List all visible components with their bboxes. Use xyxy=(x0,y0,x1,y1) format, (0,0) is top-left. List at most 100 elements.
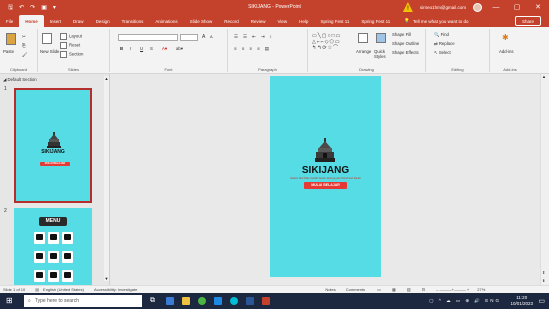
zoom-slider[interactable]: – ———+——— + xyxy=(436,287,469,292)
replace-button[interactable]: ⇄ Replace xyxy=(434,41,455,46)
notification-icon[interactable]: ▭ xyxy=(538,297,545,305)
format-painter-icon[interactable]: 🖌 xyxy=(22,52,27,57)
font-color-icon[interactable]: A▾ xyxy=(162,46,167,51)
tab-view[interactable]: View xyxy=(271,15,293,27)
font-family-combo[interactable] xyxy=(118,34,178,41)
task-view-icon[interactable]: ⧉ xyxy=(150,297,158,305)
section-header[interactable]: ◢ Default Section xyxy=(3,77,37,83)
maximize-button[interactable]: ▢ xyxy=(510,3,524,11)
tab-insert[interactable]: Insert xyxy=(44,15,67,27)
quick-styles-label: Quick Styles xyxy=(374,49,386,60)
tab-animations[interactable]: Animations xyxy=(149,15,183,27)
shrink-font-button[interactable]: A xyxy=(210,34,213,40)
find-button[interactable]: 🔍 Find xyxy=(434,32,449,37)
shape-effects-button[interactable]: Shape Effects xyxy=(392,50,419,55)
tab-spring-fest-2[interactable]: Spring Fest 11 xyxy=(355,15,396,27)
arrange-button[interactable] xyxy=(358,33,370,43)
save-icon[interactable]: 🖫 xyxy=(8,5,13,11)
tab-slide-show[interactable]: Slide Show xyxy=(184,15,219,27)
shape-fill-button[interactable]: Shape Fill xyxy=(392,32,411,37)
zoom-level[interactable]: 27% xyxy=(477,287,485,292)
slide-editor[interactable]: SIKIJANG Sistem Kiat Kilas Cerdik Gerak … xyxy=(110,74,540,285)
new-slide-button[interactable] xyxy=(42,33,54,44)
strike-button[interactable]: S xyxy=(150,46,153,51)
word-icon[interactable] xyxy=(246,297,254,305)
mail-icon[interactable] xyxy=(166,297,174,305)
next-slide-icon[interactable]: ⇟ xyxy=(542,278,545,283)
shape-effects-label: Shape Effects xyxy=(392,50,419,55)
clock[interactable]: 11:20 10/01/2023 xyxy=(510,295,533,307)
italic-button[interactable]: I xyxy=(130,46,131,51)
start-slideshow-icon[interactable]: ▣ xyxy=(41,5,47,11)
start-learning-button[interactable]: MULAI BELAJAR xyxy=(304,182,347,189)
tab-draw[interactable]: Draw xyxy=(67,15,90,27)
windows-start-icon[interactable]: ⊞ xyxy=(6,296,13,305)
clipboard-label: Clipboard xyxy=(9,67,28,72)
comments-button[interactable]: Comments xyxy=(346,287,365,292)
account-email[interactable]: sirneo1hm@gmail.com xyxy=(420,5,466,10)
scroll-down-icon[interactable]: ▼ xyxy=(104,276,109,281)
new-slide-icon xyxy=(42,33,52,44)
shapes-gallery[interactable]: ▭╲▢○□▭ △⌐⌐◇⬠▭ ↰↰⟳☆⌒ xyxy=(312,33,341,51)
align-icons[interactable]: ≡ ≡ ≡ ≡ ▤ xyxy=(234,46,271,51)
scroll-up-icon[interactable]: ▲ xyxy=(104,76,109,81)
section-button[interactable]: Section xyxy=(60,51,83,58)
undo-icon[interactable]: ↶ xyxy=(19,5,24,11)
font-size-combo[interactable] xyxy=(180,34,198,41)
minimize-button[interactable]: — xyxy=(489,4,503,11)
edge-icon[interactable] xyxy=(214,297,222,305)
lightbulb-icon: 💡 xyxy=(404,18,410,23)
accessibility-status[interactable]: Accessibility: Investigate xyxy=(94,287,137,292)
current-slide[interactable]: SIKIJANG Sistem Kiat Kilas Cerdik Gerak … xyxy=(270,76,381,277)
slide-subtitle[interactable]: Sistem Kiat Kilas Cerdik Gerak Jantung d… xyxy=(270,177,381,180)
view-buttons[interactable]: ▭ ▦ ▥ ⊟ xyxy=(377,287,430,292)
bullets-icon[interactable]: ☰ ☰ ⇤ ⇥ ↕ xyxy=(234,34,274,39)
select-button[interactable]: ↖ Select xyxy=(434,50,451,55)
language-status[interactable]: English (United States) xyxy=(43,287,84,292)
addins-button[interactable]: Add-ins xyxy=(499,49,514,54)
slides-scrollbar[interactable]: ▲ ▼ xyxy=(104,76,109,281)
tab-record[interactable]: Record xyxy=(218,15,245,27)
grow-font-button[interactable]: A xyxy=(202,34,205,40)
tab-transitions[interactable]: Transitions xyxy=(116,15,150,27)
new-slide-label: New Slide xyxy=(40,49,60,54)
cut-icon[interactable]: ✂ xyxy=(22,34,26,39)
copy-icon[interactable]: ⎘ xyxy=(22,43,25,48)
tab-home[interactable]: Home xyxy=(19,15,44,27)
slide-thumbnail-1[interactable]: SIKIJANG MULAI BELAJAR xyxy=(14,88,92,203)
avatar[interactable] xyxy=(473,2,482,12)
spellcheck-icon[interactable]: ▤ xyxy=(35,287,39,292)
tab-design[interactable]: Design xyxy=(90,15,116,27)
customize-qa-icon[interactable]: ▾ xyxy=(53,5,56,11)
redo-icon[interactable]: ↷ xyxy=(30,5,35,11)
tab-spring-fest-1[interactable]: Spring Fest 11 xyxy=(314,15,355,27)
tab-file[interactable]: File xyxy=(0,15,19,27)
chrome-icon[interactable] xyxy=(198,297,206,305)
slide-thumbnail-2[interactable]: MENU xyxy=(14,208,92,285)
quick-styles-button[interactable] xyxy=(376,33,388,43)
share-button[interactable]: Share xyxy=(514,16,541,26)
shape-outline-button[interactable]: Shape Outline xyxy=(392,41,419,46)
underline-button[interactable]: U xyxy=(140,46,143,51)
paste-button[interactable] xyxy=(6,33,18,45)
reset-button[interactable]: Reset xyxy=(60,42,80,49)
tab-help[interactable]: Help xyxy=(293,15,314,27)
file-explorer-icon[interactable] xyxy=(182,297,190,305)
addins-icon[interactable]: ✱ xyxy=(502,33,509,43)
editor-scrollbar[interactable]: ▲ ⇞ ⇟ xyxy=(540,74,549,285)
layout-button[interactable]: Layout xyxy=(60,33,82,40)
taskbar-search[interactable]: ⌕ Type here to search xyxy=(24,295,142,307)
scroll-up-icon[interactable]: ▲ xyxy=(542,74,546,79)
bold-button[interactable]: B xyxy=(120,46,123,51)
highlight-icon[interactable]: ab▾ xyxy=(176,46,183,51)
notes-button[interactable]: Notes xyxy=(325,287,335,292)
prev-slide-icon[interactable]: ⇞ xyxy=(542,270,545,275)
close-button[interactable]: ✕ xyxy=(531,3,545,11)
tell-me-box[interactable]: 💡 Tell me what you want to do xyxy=(404,18,468,24)
powerpoint-icon[interactable] xyxy=(262,297,270,305)
app-icon[interactable] xyxy=(230,297,238,305)
system-tray[interactable]: ▢ ^ ☁ ▭ ⊕ 🔊 ENG xyxy=(429,298,501,304)
slide-title[interactable]: SIKIJANG xyxy=(270,165,381,176)
warning-icon[interactable]: ! xyxy=(402,2,413,12)
tab-review[interactable]: Review xyxy=(245,15,272,27)
